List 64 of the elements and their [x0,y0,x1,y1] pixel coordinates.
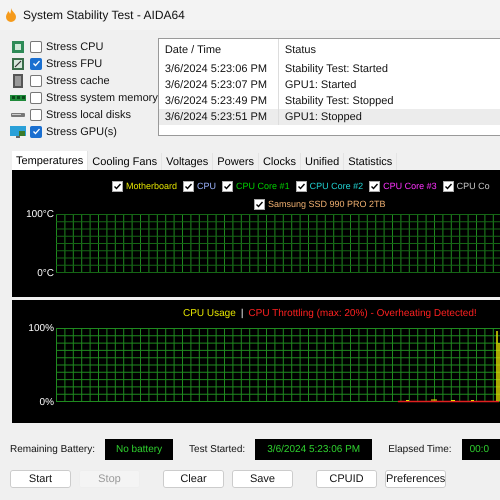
table-cell-text: GPU1: Stopped [284,111,362,123]
checkbox[interactable] [30,108,42,120]
legend-checkbox[interactable] [442,180,454,192]
checkbox-label[interactable]: Stress system memory [46,92,158,104]
legend-label: Motherboard [126,181,178,191]
log-row[interactable]: 3/6/2024 5:23:51 PM GPU1: Stopped [158,109,500,125]
table-cell: 3/6/2024 5:23:06 PM [158,61,279,77]
status-value: 00:0 [462,439,500,460]
disk-drive-icon [10,112,26,118]
checkbox[interactable] [30,74,42,86]
action-button[interactable]: Clear [163,470,224,488]
checkbox-label[interactable]: Stress CPU [46,40,104,52]
chip-icon [10,40,26,54]
chart-title: CPU Usage [183,308,236,318]
legend-label: CPU Core #2 [310,181,364,191]
legend-label: CPU [197,181,216,191]
tab[interactable]: Temperatures [12,151,88,170]
legend-label: CPU Core #1 [236,181,290,191]
chart-title: | [240,308,244,318]
checkbox-label[interactable]: Stress GPU(s) [46,126,117,138]
checkbox-label[interactable]: Stress FPU [46,58,102,70]
window-title: System Stability Test - AIDA64 [23,8,185,22]
legend-checkbox[interactable] [254,198,265,210]
table-cell-text: Stability Test: Started [284,63,388,75]
axis-label: 0°C [37,268,54,279]
status-label: Elapsed Time: [388,444,452,455]
action-button[interactable]: Start [10,470,71,488]
action-button[interactable]: Save [232,470,293,488]
table-cell-text: Stability Test: Stopped [284,95,394,107]
chip-icon [10,56,26,70]
legend-label: CPU Co [456,181,490,191]
axis-label: 0% [40,397,54,408]
monitor-icon [10,124,26,138]
checkbox[interactable] [30,126,42,138]
action-button[interactable]: Preferences [385,470,446,488]
legend-checkbox[interactable] [296,180,307,192]
legend-checkbox[interactable] [112,180,123,192]
status-value: 3/6/2024 5:23:06 PM [255,439,372,460]
log-row[interactable]: 3/6/2024 5:23:07 PM GPU1: Started [158,77,500,93]
column-header[interactable]: Status [278,44,316,56]
flame-icon [5,8,17,22]
checkbox[interactable] [30,40,42,52]
status-label: Remaining Battery: [10,444,96,455]
legend-checkbox[interactable] [222,180,234,192]
checkbox[interactable] [30,58,42,70]
log-row[interactable]: 3/6/2024 5:23:06 PM Stability Test: Started [158,61,500,77]
checkbox-label[interactable]: Stress local disks [46,108,131,120]
cache-chip-icon [10,74,26,88]
legend-checkbox[interactable] [183,180,194,192]
legend-label: Samsung SSD 990 PRO 2TB [268,199,386,209]
axis-label: 100% [28,323,54,334]
legend-checkbox[interactable] [369,180,380,192]
legend-label: CPU Core #3 [383,181,437,191]
checkbox[interactable] [30,92,42,104]
column-header[interactable]: Date / Time [158,39,279,61]
table-cell: 3/6/2024 5:23:51 PM [158,109,279,125]
status-label: Test Started: [189,444,246,455]
chart-title: CPU Throttling (max: 20%) - Overheating Detected! [248,308,477,318]
action-button[interactable]: CPUID [316,470,377,488]
table-cell-text: GPU1: Started [284,79,356,91]
axis-label: 100°C [26,209,54,220]
checkbox-label[interactable]: Stress cache [46,74,110,86]
status-value: No battery [105,439,174,460]
table-cell: 3/6/2024 5:23:07 PM [158,77,279,93]
